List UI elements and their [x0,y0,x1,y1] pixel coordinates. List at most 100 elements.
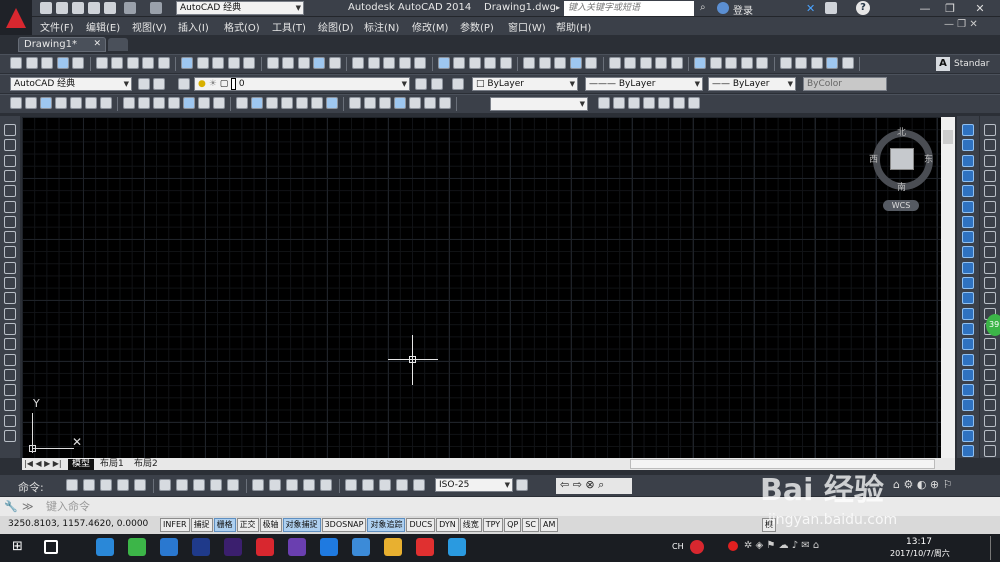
status-toggle-9[interactable]: DUCS [406,518,436,532]
modeling-tool-icon[interactable] [168,97,180,109]
show-desktop-button[interactable] [990,536,991,560]
viewport-tool-icon[interactable] [628,97,640,109]
dimension-tool-icon[interactable] [362,479,374,491]
toolbar-tool-icon[interactable] [328,57,341,69]
dimension-tool-icon[interactable] [227,479,239,491]
dimension-tool-icon[interactable] [303,479,315,491]
modify-tool-icon-2[interactable] [984,185,996,198]
toolbar-tool-icon[interactable] [398,57,411,69]
menu-window[interactable]: 窗口(W) [508,19,546,34]
plotstyle-dropdown[interactable]: ByColor [803,77,887,91]
exchange-icon[interactable]: ✕ [806,2,815,15]
taskbar-app-icon[interactable] [256,538,274,556]
modeling-tool-icon[interactable] [326,97,338,109]
tab-layout1[interactable]: 布局1 [96,459,128,470]
draw-tool-icon[interactable] [4,169,16,182]
draw-tool-icon[interactable] [4,430,16,442]
minimize-button[interactable]: — [915,1,935,16]
modeling-tool-icon[interactable] [138,97,150,109]
workspace-dropdown[interactable]: AutoCAD 经典 ▼ [176,1,304,15]
toolbar-tool-icon[interactable] [282,57,294,69]
modify-tool-icon[interactable] [962,353,974,366]
toolbar-tool-icon[interactable] [95,57,108,69]
taskbar-app-icon[interactable] [448,538,466,556]
modify-tool-icon-2[interactable] [984,430,996,442]
modeling-tool-icon[interactable] [439,97,451,109]
dimension-tool-icon[interactable] [286,479,298,491]
dimstyle-manager-icon[interactable] [516,479,528,491]
modify-tool-icon-2[interactable] [984,338,996,351]
draw-tool-icon[interactable] [4,368,16,381]
layer-dropdown[interactable]: ● ☀ ▢ 0 ▼ [194,77,410,91]
taskbar-app-icon[interactable] [192,538,210,556]
windows-start-icon[interactable]: ⊞ [12,540,26,554]
binoculars-icon[interactable]: ⌕ [700,2,712,14]
new-tab-button[interactable] [108,38,128,51]
modify-tool-icon-2[interactable] [984,384,996,397]
linetype-dropdown[interactable]: ——— ByLayer ▼ [585,77,703,91]
draw-tool-icon[interactable] [4,124,16,136]
application-menu-button[interactable] [0,0,32,36]
toolbar-tool-icon[interactable] [10,57,22,69]
toolbar-tool-icon[interactable] [795,57,807,69]
restore-button[interactable]: ❐ [940,1,960,16]
new-icon[interactable] [40,2,52,14]
input-language[interactable]: CH [672,542,684,551]
coordinates-readout[interactable]: 3250.8103, 1157.4620, 0.0000 [8,519,148,529]
toolbar-tool-icon[interactable] [655,57,667,69]
viewport-tool-icon[interactable] [673,97,685,109]
modify-tool-icon[interactable] [962,292,974,305]
toolbar-tool-icon[interactable] [383,57,395,69]
toolbar-tool-icon[interactable] [810,57,823,69]
toolbar-tool-icon[interactable] [157,57,170,69]
modify-tool-icon[interactable] [962,277,974,289]
toolbar-tool-icon[interactable] [111,57,123,69]
modify-tool-icon[interactable] [962,338,974,351]
toolbar-tool-icon[interactable] [297,57,310,69]
modify-tool-icon-2[interactable] [984,231,996,244]
text-style-icon[interactable]: A [936,57,950,71]
dimension-tool-icon[interactable] [320,479,332,491]
toolbar-tool-icon[interactable] [142,57,154,69]
tab-model[interactable]: 模型 [68,459,95,470]
viewcube-top-face[interactable] [890,148,914,170]
layer-previous-icon[interactable] [431,78,443,90]
modeling-tool-icon[interactable] [10,97,22,109]
status-toggle-3[interactable]: 栅格 [213,518,236,532]
draw-tool-icon[interactable] [4,277,16,289]
draw-tool-icon[interactable] [4,338,16,351]
toolbar-tool-icon[interactable] [523,57,535,69]
dimension-tool-icon[interactable] [66,479,78,491]
workspace-combo[interactable]: AutoCAD 经典 ▼ [10,77,132,91]
toolbar-tool-icon[interactable] [694,57,706,69]
toolbar-tool-icon[interactable] [484,57,496,69]
viewport-tool-icon[interactable] [658,97,670,109]
modify-tool-icon[interactable] [962,261,974,274]
open-icon[interactable] [56,2,68,14]
modify-tool-icon-2[interactable] [984,215,996,228]
toolbar-tool-icon[interactable] [709,57,722,69]
modeling-tool-icon[interactable] [123,97,135,109]
text-style-dropdown[interactable]: Standar [954,57,1000,71]
taskbar-app-icon[interactable] [320,538,338,556]
taskbar-app-icon[interactable] [160,538,178,556]
saveas-icon[interactable] [88,2,100,14]
modify-tool-icon-2[interactable] [984,353,996,366]
modeling-tool-icon[interactable] [379,97,391,109]
draw-tool-icon[interactable] [4,292,16,305]
modify-tool-icon[interactable] [962,185,974,198]
toolbar-tool-icon[interactable] [126,57,139,69]
modeling-tool-icon[interactable] [364,97,376,109]
viewport-tool-icon[interactable] [613,97,625,109]
command-input[interactable]: 键入命令 [46,497,90,516]
draw-tool-icon[interactable] [4,246,16,259]
dimension-tool-icon[interactable] [252,479,264,491]
modeling-tool-icon[interactable] [409,97,421,109]
toolbar-tool-icon[interactable] [367,57,380,69]
menu-help[interactable]: 帮助(H) [556,19,591,34]
modify-tool-icon[interactable] [962,368,974,381]
toolbar-tool-icon[interactable] [670,57,683,69]
modify-tool-icon[interactable] [962,307,974,320]
toolbar-tool-icon[interactable] [468,57,481,69]
toolbar-tool-icon[interactable] [499,57,512,69]
